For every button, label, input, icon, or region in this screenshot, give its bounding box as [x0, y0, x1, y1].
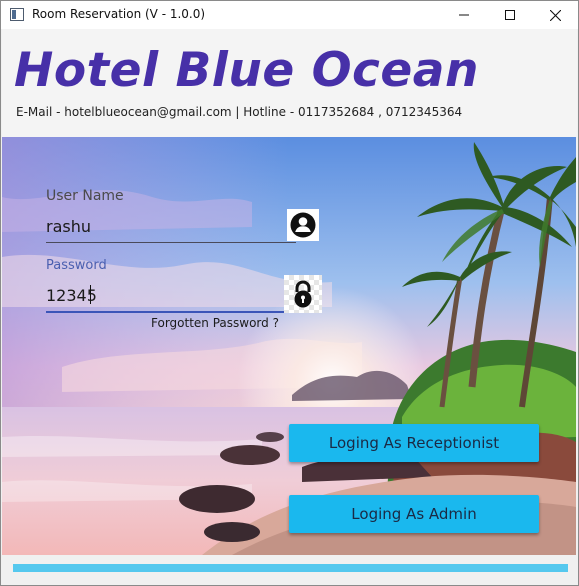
app-window-icon	[10, 8, 24, 21]
hotel-title: Hotel Blue Ocean	[14, 43, 479, 98]
minimize-icon	[459, 14, 469, 16]
forgot-password-link[interactable]: Forgotten Password ?	[151, 316, 279, 330]
close-button[interactable]	[532, 1, 578, 29]
close-icon	[549, 9, 561, 21]
title-bar[interactable]: Room Reservation (V - 1.0.0)	[1, 1, 578, 29]
app-window: Room Reservation (V - 1.0.0) Hotel Blue …	[0, 0, 579, 586]
minimize-button[interactable]	[441, 1, 487, 29]
username-input[interactable]	[46, 213, 286, 239]
username-underline	[46, 242, 296, 243]
lock-icon	[284, 275, 322, 313]
password-underline	[46, 311, 296, 313]
progress-bar	[13, 564, 568, 572]
password-label: Password	[46, 258, 107, 273]
maximize-icon	[505, 10, 515, 20]
maximize-button[interactable]	[487, 1, 533, 29]
username-label: User Name	[46, 188, 124, 204]
progress-fill	[13, 564, 568, 572]
login-admin-button[interactable]: Loging As Admin	[289, 495, 539, 533]
window-title: Room Reservation (V - 1.0.0)	[32, 7, 206, 21]
contact-info: E-Mail - hotelblueocean@gmail.com | Hotl…	[16, 105, 463, 119]
header-banner: Hotel Blue Ocean E-Mail - hotelblueocean…	[2, 29, 577, 137]
text-cursor	[90, 285, 91, 304]
footer-bar	[2, 555, 577, 585]
password-input[interactable]	[46, 282, 286, 308]
user-icon	[287, 209, 319, 241]
login-receptionist-button[interactable]: Loging As Receptionist	[289, 424, 539, 462]
